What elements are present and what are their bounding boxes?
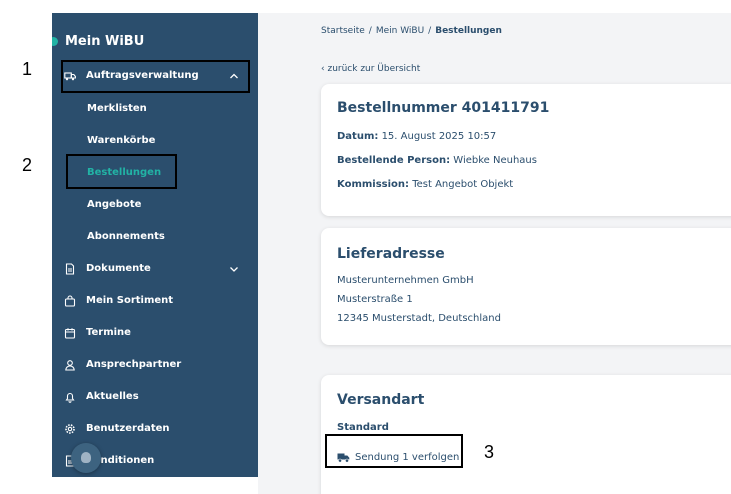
nav-label: Mein Sortiment: [86, 295, 174, 306]
calendar-icon: [64, 328, 76, 339]
order-commission-label: Kommission:: [337, 179, 410, 190]
nav-dokumente[interactable]: Dokumente: [52, 257, 258, 281]
order-date-value: 15. August 2025 10:57: [381, 131, 497, 142]
back-link[interactable]: ‹ zurück zur Übersicht: [321, 64, 420, 74]
annotation-box: [61, 60, 250, 93]
delivery-title: Lieferadresse: [337, 246, 445, 262]
shipping-title: Versandart: [337, 392, 425, 408]
breadcrumb: Startseite / Mein WiBU / Bestellungen: [321, 26, 502, 36]
annotation-number: 3: [484, 442, 495, 462]
nav-label: Termine: [86, 327, 131, 338]
delivery-line: 12345 Musterstadt, Deutschland: [337, 313, 501, 324]
subitem-warenkoerbe[interactable]: Warenkörbe: [87, 135, 155, 146]
nav-label: Ansprechpartner: [86, 359, 182, 370]
bag-icon: [64, 295, 76, 307]
chat-icon: [81, 452, 91, 463]
breadcrumb-mein-wibu[interactable]: Mein WiBU: [376, 26, 424, 36]
document-icon: [65, 263, 75, 275]
back-link-label: zurück zur Übersicht: [327, 64, 421, 74]
subitem-angebote[interactable]: Angebote: [87, 199, 141, 210]
nav-label: Dokumente: [86, 263, 151, 274]
main-content: Startseite / Mein WiBU / Bestellungen ‹ zurü…: [258, 13, 731, 494]
sidebar-title: Mein WiBU: [65, 34, 145, 49]
annotation-box: [325, 434, 463, 468]
shipping-method: Standard: [337, 422, 389, 433]
order-title: Bestellnummer 401411791: [337, 100, 550, 116]
order-person-label: Bestellende Person:: [337, 155, 451, 166]
delivery-line: Musterstraße 1: [337, 294, 413, 305]
nav-label: Aktuelles: [86, 391, 139, 402]
subitem-abonnements[interactable]: Abonnements: [87, 231, 165, 242]
order-person: Bestellende Person: Wiebke Neuhaus: [337, 155, 537, 166]
chat-button[interactable]: [71, 443, 101, 473]
nav-ansprechpartner[interactable]: Ansprechpartner: [52, 353, 258, 377]
delivery-card: Lieferadresse Musterunternehmen GmbH Mus…: [321, 228, 731, 345]
breadcrumb-home[interactable]: Startseite: [321, 26, 365, 36]
breadcrumb-separator: /: [428, 26, 432, 36]
page: Mein WiBU Auftragsverwaltung Merklisten …: [0, 0, 731, 494]
annotation-box: [66, 154, 177, 189]
order-person-value: Wiebke Neuhaus: [453, 155, 537, 166]
nav-mein-sortiment[interactable]: Mein Sortiment: [52, 289, 258, 313]
chevron-down-icon: [230, 267, 238, 272]
order-date-label: Datum:: [337, 131, 379, 142]
breadcrumb-current: Bestellungen: [435, 26, 502, 36]
order-card: Bestellnummer 401411791 Datum: 15. Augus…: [321, 84, 731, 216]
person-icon: [65, 360, 75, 371]
nav-aktuelles[interactable]: Aktuelles: [52, 385, 258, 409]
breadcrumb-separator: /: [368, 26, 372, 36]
subitem-merklisten[interactable]: Merklisten: [87, 103, 147, 114]
nav-label: Benutzerdaten: [86, 423, 170, 434]
annotation-number: 2: [22, 155, 33, 175]
brand-dot: [52, 37, 58, 46]
bell-icon: [65, 392, 75, 403]
annotation-number: 1: [22, 59, 33, 79]
nav-termine[interactable]: Termine: [52, 321, 258, 345]
gear-icon: [65, 424, 75, 434]
order-commission: Kommission: Test Angebot Objekt: [337, 179, 513, 190]
nav-benutzerdaten[interactable]: Benutzerdaten: [52, 417, 258, 441]
order-date: Datum: 15. August 2025 10:57: [337, 131, 496, 142]
order-commission-value: Test Angebot Objekt: [412, 179, 514, 190]
delivery-line: Musterunternehmen GmbH: [337, 275, 474, 286]
